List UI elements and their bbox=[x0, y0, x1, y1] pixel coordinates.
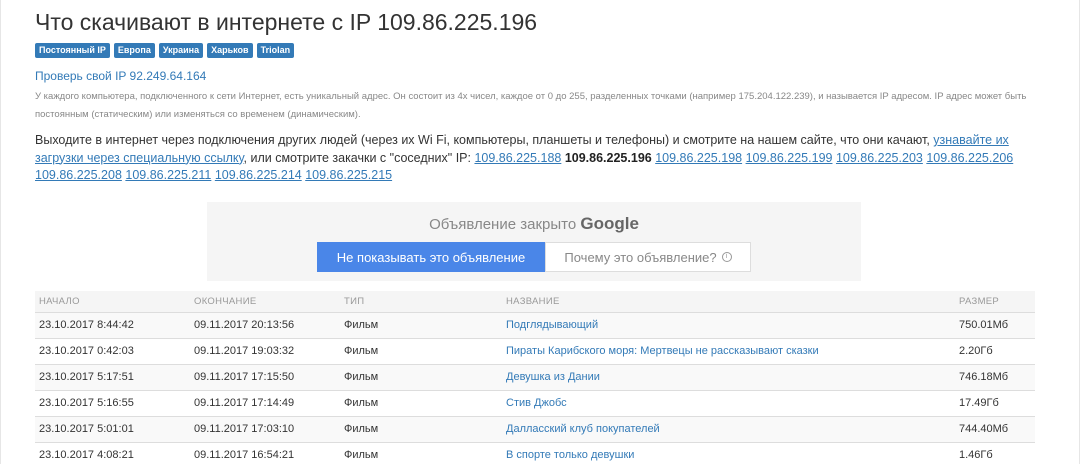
neighbor-ip-link[interactable]: 109.86.225.198 bbox=[655, 151, 742, 165]
cell-name: В спорте только девушки bbox=[502, 441, 955, 464]
tag-static-ip[interactable]: Постоянный IP bbox=[35, 43, 110, 58]
table-row: 23.10.2017 8:44:42 09.11.2017 20:13:56 Ф… bbox=[35, 311, 1035, 338]
title-link[interactable]: В спорте только девушки bbox=[506, 449, 634, 461]
neighbor-ip-link[interactable]: 109.86.225.199 bbox=[746, 151, 833, 165]
table-row: 23.10.2017 5:17:51 09.11.2017 17:15:50 Ф… bbox=[35, 363, 1035, 390]
header-end[interactable]: ОКОНЧАНИЕ bbox=[190, 291, 340, 312]
cell-name: Далласский клуб покупателей bbox=[502, 415, 955, 442]
downloads-table: НАЧАЛО ОКОНЧАНИЕ ТИП НАЗВАНИЕ РАЗМЕР 23.… bbox=[35, 291, 1035, 464]
cell-start: 23.10.2017 5:17:51 bbox=[35, 363, 190, 390]
intro-paragraph: Выходите в интернет через подключения др… bbox=[35, 132, 1035, 185]
header-type[interactable]: ТИП bbox=[340, 291, 502, 312]
cell-type: Фильм bbox=[340, 363, 502, 390]
cell-end: 09.11.2017 19:03:32 bbox=[190, 337, 340, 364]
neighbor-ip-link[interactable]: 109.86.225.211 bbox=[125, 168, 211, 182]
cell-start: 23.10.2017 4:08:21 bbox=[35, 441, 190, 464]
table-row: 23.10.2017 5:16:55 09.11.2017 17:14:49 Ф… bbox=[35, 389, 1035, 416]
tag-provider[interactable]: Triolan bbox=[256, 43, 295, 58]
tag-kharkiv[interactable]: Харьков bbox=[207, 43, 253, 58]
check-ip-link[interactable]: Проверь свой IP 92.249.64.164 bbox=[35, 69, 206, 83]
cell-name: Пираты Карибского моря: Мертвецы не расс… bbox=[502, 337, 955, 364]
cell-type: Фильм bbox=[340, 311, 502, 338]
ad-closed-text: Объявление закрыто bbox=[429, 216, 577, 233]
page: Что скачивают в интернете с IP 109.86.22… bbox=[0, 0, 1080, 464]
ad-closed-title: Объявление закрыто Google bbox=[207, 214, 861, 234]
cell-size: 2.20Гб bbox=[955, 337, 1035, 364]
header-name[interactable]: НАЗВАНИЕ bbox=[502, 291, 955, 312]
cell-size: 750.01Мб bbox=[955, 311, 1035, 338]
cell-type: Фильм bbox=[340, 441, 502, 464]
table-header-row: НАЧАЛО ОКОНЧАНИЕ ТИП НАЗВАНИЕ РАЗМЕР bbox=[35, 291, 1035, 312]
cell-end: 09.11.2017 17:03:10 bbox=[190, 415, 340, 442]
table-row: 23.10.2017 4:08:21 09.11.2017 16:54:21 Ф… bbox=[35, 441, 1035, 464]
intro-text-after: , или смотрите закачки с "соседних" IP: bbox=[243, 150, 475, 165]
cell-name: Стив Джобс bbox=[502, 389, 955, 416]
cell-end: 09.11.2017 20:13:56 bbox=[190, 311, 340, 338]
page-title: Что скачивают в интернете с IP 109.86.22… bbox=[35, 9, 538, 35]
neighbor-ip-link[interactable]: 109.86.225.214 bbox=[215, 168, 302, 182]
google-logo: Google bbox=[580, 214, 639, 233]
cell-size: 1.46Гб bbox=[955, 441, 1035, 464]
header-size[interactable]: РАЗМЕР bbox=[955, 291, 1035, 312]
title-link[interactable]: Далласский клуб покупателей bbox=[506, 423, 660, 435]
neighbor-ip-link[interactable]: 109.86.225.188 bbox=[474, 151, 561, 165]
tag-ukraine[interactable]: Украина bbox=[158, 43, 204, 58]
cell-end: 09.11.2017 17:15:50 bbox=[190, 363, 340, 390]
cell-end: 09.11.2017 16:54:21 bbox=[190, 441, 340, 464]
neighbor-ip-link[interactable]: 109.86.225.206 bbox=[926, 151, 1013, 165]
title-link[interactable]: Девушка из Дании bbox=[506, 371, 600, 383]
cell-start: 23.10.2017 5:16:55 bbox=[35, 389, 190, 416]
cell-start: 23.10.2017 5:01:01 bbox=[35, 415, 190, 442]
cell-name: Девушка из Дании bbox=[502, 363, 955, 390]
cell-type: Фильм bbox=[340, 337, 502, 364]
table-row: 23.10.2017 0:42:03 09.11.2017 19:03:32 Ф… bbox=[35, 337, 1035, 364]
neighbor-ip-link[interactable]: 109.86.225.208 bbox=[35, 168, 122, 182]
hide-ad-button[interactable]: Не показывать это объявление bbox=[317, 242, 545, 272]
cell-type: Фильм bbox=[340, 389, 502, 416]
title-link[interactable]: Подглядывающий bbox=[506, 319, 598, 331]
tag-list: Постоянный IP Европа Украина Харьков Tri… bbox=[35, 43, 295, 58]
cell-start: 23.10.2017 8:44:42 bbox=[35, 311, 190, 338]
ip-info-text: У каждого компьютера, подключенного к се… bbox=[35, 91, 1027, 120]
neighbor-ip-link[interactable]: 109.86.225.215 bbox=[305, 168, 392, 182]
cell-type: Фильм bbox=[340, 415, 502, 442]
cell-size: 744.40Мб bbox=[955, 415, 1035, 442]
why-ad-button[interactable]: Почему это объявление? i bbox=[545, 242, 751, 272]
title-link[interactable]: Пираты Карибского моря: Мертвецы не расс… bbox=[506, 345, 819, 357]
table-row: 23.10.2017 5:01:01 09.11.2017 17:03:10 Ф… bbox=[35, 415, 1035, 442]
cell-name: Подглядывающий bbox=[502, 311, 955, 338]
neighbor-ip-link[interactable]: 109.86.225.203 bbox=[836, 151, 923, 165]
tag-europe[interactable]: Европа bbox=[113, 43, 155, 58]
cell-size: 17.49Гб bbox=[955, 389, 1035, 416]
why-ad-label: Почему это объявление? bbox=[564, 249, 717, 265]
intro-text-before: Выходите в интернет через подключения др… bbox=[35, 133, 934, 147]
info-icon: i bbox=[721, 252, 732, 262]
cell-size: 746.18Мб bbox=[955, 363, 1035, 390]
cell-end: 09.11.2017 17:14:49 bbox=[190, 389, 340, 416]
title-link[interactable]: Стив Джобс bbox=[506, 397, 567, 409]
current-ip: 109.86.225.196 bbox=[564, 150, 652, 165]
cell-start: 23.10.2017 0:42:03 bbox=[35, 337, 190, 364]
header-start[interactable]: НАЧАЛО bbox=[35, 291, 190, 312]
ad-closed-panel: Объявление закрыто Google Не показывать … bbox=[207, 202, 861, 281]
